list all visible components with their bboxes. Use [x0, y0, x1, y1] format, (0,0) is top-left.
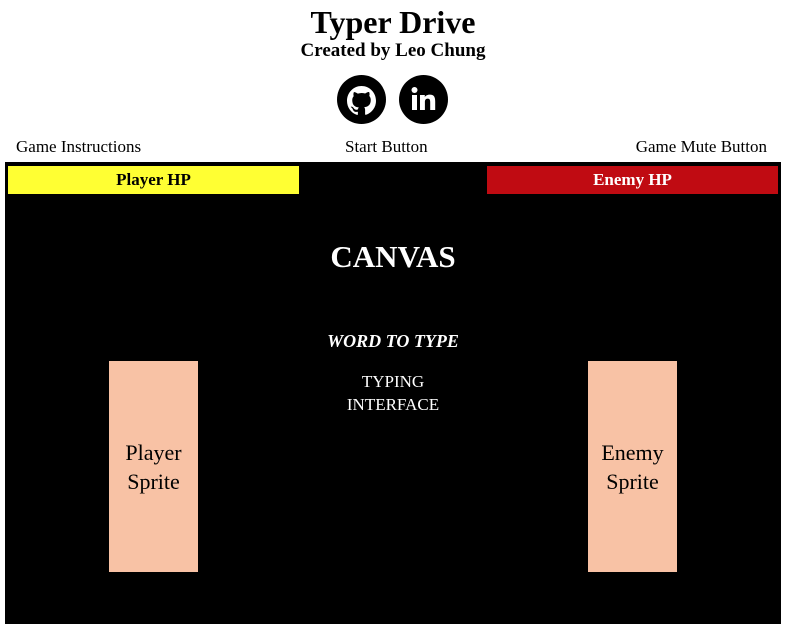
- social-links: [337, 75, 448, 124]
- linkedin-icon[interactable]: [399, 75, 448, 124]
- author-credit: Created by Leo Chung: [300, 40, 486, 61]
- canvas-label: CANVAS: [330, 239, 456, 274]
- player-sprite-line1: Player: [125, 439, 182, 465]
- enemy-sprite: Enemy Sprite: [588, 361, 677, 572]
- game-instructions-button[interactable]: Game Instructions: [16, 136, 141, 158]
- enemy-sprite-line2: Sprite: [606, 468, 659, 494]
- typing-interface[interactable]: TYPING INTERFACE: [293, 370, 493, 416]
- enemy-hp-bar: Enemy HP: [487, 166, 778, 194]
- game-canvas[interactable]: Player HP Enemy HP CANVAS WORD TO TYPE T…: [5, 162, 781, 624]
- player-hp-bar: Player HP: [8, 166, 299, 194]
- enemy-sprite-line1: Enemy: [601, 439, 664, 465]
- typing-interface-line2: INTERFACE: [346, 395, 440, 414]
- typing-interface-line1: TYPING: [361, 372, 425, 391]
- word-to-type: WORD TO TYPE: [327, 331, 459, 351]
- player-sprite: Player Sprite: [109, 361, 198, 572]
- github-icon[interactable]: [337, 75, 386, 124]
- start-button[interactable]: Start Button: [345, 136, 428, 158]
- page-title: Typer Drive: [310, 4, 476, 40]
- player-sprite-line2: Sprite: [127, 468, 180, 494]
- mute-button[interactable]: Game Mute Button: [636, 136, 767, 158]
